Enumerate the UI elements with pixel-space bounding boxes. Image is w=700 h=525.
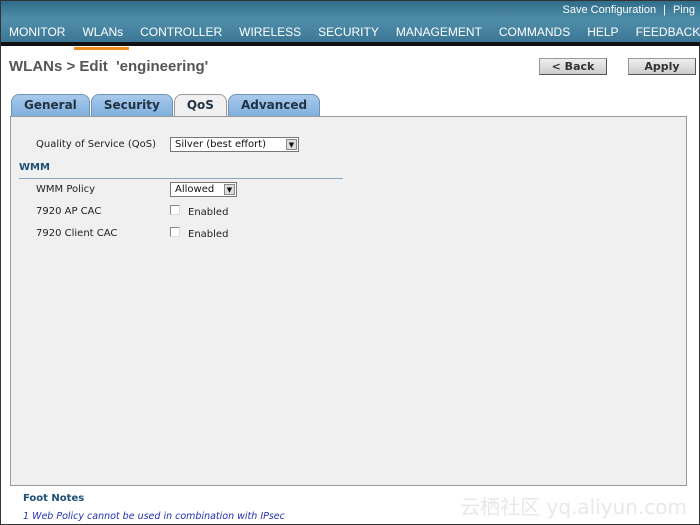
- client-cac-enabled-label: Enabled: [188, 229, 229, 240]
- wmm-heading: WMM: [19, 162, 50, 173]
- tab-qos[interactable]: QoS: [173, 94, 227, 117]
- ap-cac-enabled-label: Enabled: [188, 207, 229, 218]
- nav-commands[interactable]: COMMANDS: [499, 25, 570, 46]
- nav-controller[interactable]: CONTROLLER: [140, 25, 222, 46]
- divider: [19, 178, 343, 179]
- nav-security[interactable]: SECURITY: [318, 25, 379, 46]
- back-button[interactable]: < Back: [539, 58, 607, 75]
- top-links: Save Configuration | Ping: [563, 4, 695, 16]
- qos-label: Quality of Service (QoS): [36, 139, 157, 150]
- ping-link[interactable]: Ping: [673, 4, 695, 16]
- apply-button[interactable]: Apply: [628, 58, 696, 75]
- ap-cac-label: 7920 AP CAC: [36, 206, 102, 217]
- qos-select[interactable]: Silver (best effort) ▼: [170, 137, 299, 152]
- nav-management[interactable]: MANAGEMENT: [396, 25, 482, 46]
- nav-help[interactable]: HELP: [587, 25, 618, 46]
- footnotes-heading: Foot Notes: [23, 493, 85, 504]
- tab-bar: General Security QoS Advanced: [11, 94, 321, 117]
- wmm-policy-label: WMM Policy: [36, 184, 96, 195]
- wmm-policy-select[interactable]: Allowed ▼: [170, 182, 237, 197]
- footnote-item: 1 Web Policy cannot be used in combinati…: [23, 511, 285, 522]
- watermark-logo: 云栖社区 yq.aliyun.com: [460, 495, 687, 519]
- qos-panel: Quality of Service (QoS) Silver (best ef…: [10, 116, 687, 486]
- tab-general[interactable]: General: [11, 94, 90, 116]
- qos-value: Silver (best effort): [175, 139, 267, 150]
- tab-security[interactable]: Security: [90, 94, 173, 116]
- nav-feedback[interactable]: FEEDBACK: [636, 25, 700, 46]
- client-cac-checkbox[interactable]: [170, 227, 180, 237]
- nav-monitor[interactable]: MONITOR: [9, 25, 65, 46]
- tab-advanced[interactable]: Advanced: [227, 94, 321, 116]
- nav-wlans[interactable]: WLANs: [74, 25, 129, 50]
- save-configuration-link[interactable]: Save Configuration: [563, 4, 657, 16]
- main-nav: MONITOR WLANs CONTROLLER WIRELESS SECURI…: [9, 25, 700, 50]
- divider: |: [663, 4, 666, 16]
- wmm-policy-value: Allowed: [175, 184, 215, 195]
- top-header: Save Configuration | Ping MONITOR WLANs CO…: [1, 1, 700, 50]
- chevron-down-icon: ▼: [224, 184, 235, 195]
- chevron-down-icon: ▼: [286, 139, 297, 150]
- page-title: WLANs > Edit 'engineering': [9, 58, 209, 75]
- nav-wireless[interactable]: WIRELESS: [239, 25, 301, 46]
- client-cac-label: 7920 Client CAC: [36, 228, 118, 239]
- ap-cac-checkbox[interactable]: [170, 205, 180, 215]
